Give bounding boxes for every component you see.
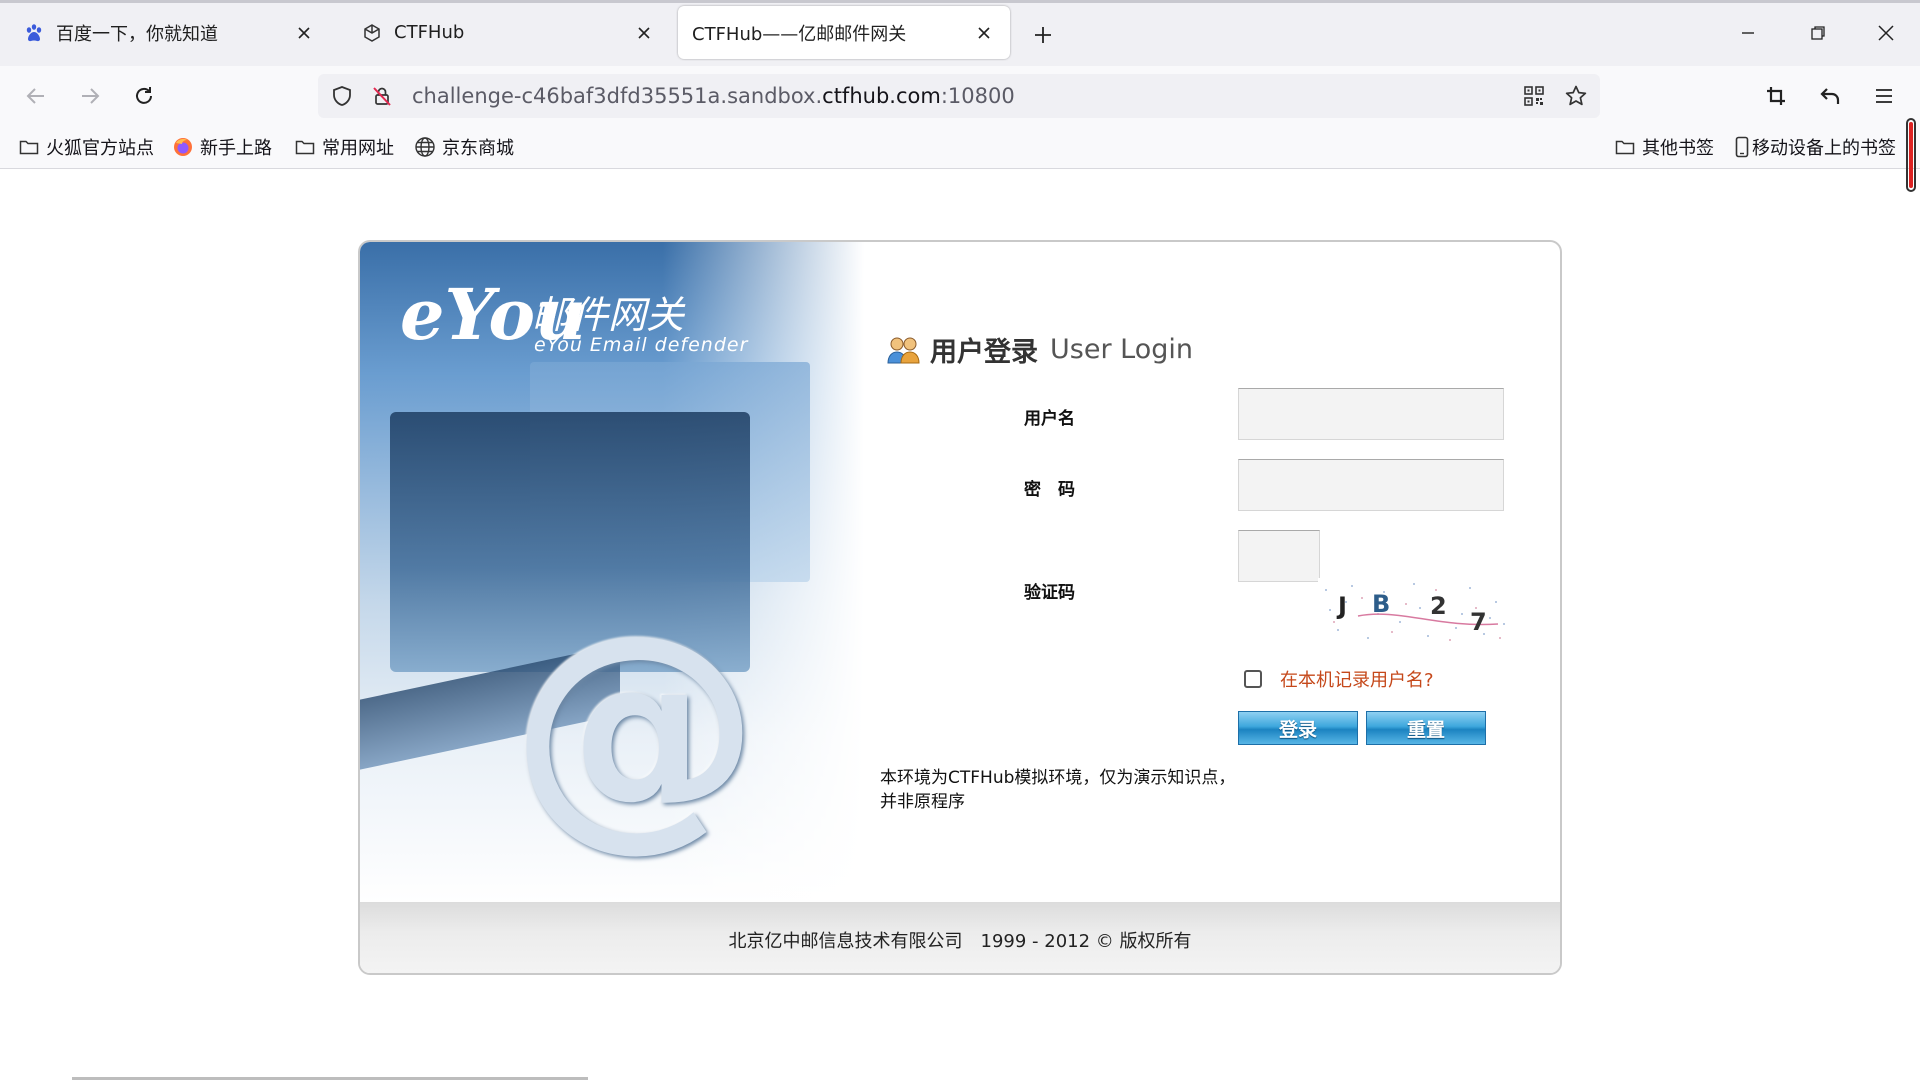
eyou-logo: eYou 邮件网关 eYou Email defender: [400, 272, 780, 357]
tab-label: 百度一下，你就知道: [56, 23, 218, 45]
tab-strip-top-line: [0, 0, 1920, 3]
captcha-char: 2: [1430, 592, 1447, 620]
captcha-char: B: [1372, 590, 1390, 618]
login-button[interactable]: 登录: [1238, 711, 1358, 745]
bookmark-label: 火狐官方站点: [46, 138, 154, 159]
tab-strip: 百度一下，你就知道 CTFHub CTFHub——亿邮邮件网关: [0, 0, 1920, 66]
eyou-logo-cn: 邮件网关: [532, 293, 685, 337]
tab-ctfhub[interactable]: CTFHub: [348, 6, 670, 59]
remember-label[interactable]: 在本机记录用户名?: [1280, 666, 1434, 692]
address-bar[interactable]: challenge-c46baf3dfd35551a.sandbox.ctfhu…: [318, 74, 1600, 118]
tab-baidu[interactable]: 百度一下，你就知道: [10, 6, 330, 59]
users-icon: [887, 337, 920, 363]
scrollbar-thumb[interactable]: [1909, 122, 1913, 188]
mobile-device-icon: [1734, 136, 1750, 158]
captcha-input[interactable]: [1238, 530, 1320, 582]
url-text[interactable]: challenge-c46baf3dfd35551a.sandbox.ctfhu…: [412, 84, 1015, 108]
bookmark-folder-other[interactable]: 其他书签: [1614, 134, 1714, 160]
menu-icon[interactable]: [1866, 78, 1902, 114]
folder-icon: [294, 136, 316, 158]
password-input[interactable]: [1238, 459, 1504, 511]
minimize-button[interactable]: [1726, 12, 1770, 54]
bookmark-star-icon[interactable]: [1564, 84, 1588, 108]
reload-button[interactable]: [126, 78, 162, 114]
insecure-lock-icon[interactable]: [370, 84, 394, 108]
username-input[interactable]: [1238, 388, 1504, 440]
folder-icon: [1614, 136, 1636, 158]
remember-username[interactable]: 在本机记录用户名?: [1244, 666, 1434, 692]
login-heading: 用户登录 User Login: [886, 330, 1193, 369]
bookmark-jd[interactable]: 京东商城: [414, 134, 514, 160]
bookmarks-bar: 火狐官方站点 新手上路 常用网址 京东商城 其他书签 移动设备上的书签: [0, 126, 1920, 169]
navigation-bar: challenge-c46baf3dfd35551a.sandbox.ctfhu…: [0, 66, 1920, 126]
vertical-scrollbar[interactable]: [1906, 118, 1916, 192]
tab-eyou-gateway[interactable]: CTFHub——亿邮邮件网关: [678, 6, 1010, 59]
new-tab-button[interactable]: [1026, 18, 1060, 52]
close-icon[interactable]: [292, 21, 316, 45]
close-window-button[interactable]: [1864, 12, 1908, 54]
copyright-text: 北京亿中邮信息技术有限公司 1999 - 2012 © 版权所有: [728, 930, 1192, 952]
back-button[interactable]: [18, 78, 54, 114]
eyou-banner-art: @ eYou 邮件网关 eYou Email defender: [360, 242, 864, 902]
at-sign-graphic: @: [510, 581, 760, 872]
firefox-logo-icon: [172, 136, 194, 158]
bookmark-folder-mobile[interactable]: 移动设备上的书签: [1734, 134, 1896, 160]
password-label: 密 码: [1024, 480, 1075, 500]
bookmark-getting-started[interactable]: 新手上路: [172, 134, 272, 160]
remember-checkbox[interactable]: [1244, 670, 1262, 688]
bookmark-label: 常用网址: [322, 138, 394, 159]
qr-code-icon[interactable]: [1522, 84, 1546, 108]
captcha-char: 7: [1470, 608, 1487, 636]
url-port: :10800: [940, 84, 1015, 108]
eyou-logo-en: eYou Email defender: [534, 334, 749, 356]
folder-icon: [18, 136, 40, 158]
url-host: ctfhub.com: [822, 84, 941, 108]
globe-icon: [414, 136, 436, 158]
captcha-char: J: [1336, 592, 1347, 620]
shield-icon[interactable]: [330, 84, 354, 108]
forward-button[interactable]: [72, 78, 108, 114]
bookmark-label: 其他书签: [1642, 138, 1714, 159]
login-heading-en: User Login: [1050, 334, 1193, 365]
ctfhub-cube-icon: [362, 23, 382, 43]
username-label: 用户名: [1024, 409, 1075, 429]
bookmark-label: 京东商城: [442, 138, 514, 159]
baidu-paw-icon: [24, 23, 44, 43]
screenshot-crop-icon[interactable]: [1758, 78, 1794, 114]
login-panel: @ eYou 邮件网关 eYou Email defender 用户登录 Use…: [358, 240, 1562, 975]
close-icon[interactable]: [632, 21, 656, 45]
bookmark-folder-firefox[interactable]: 火狐官方站点: [18, 134, 154, 160]
environment-note: 本环境为CTFHub模拟环境，仅为演示知识点，并非原程序: [880, 768, 1236, 812]
tab-label: CTFHub: [394, 22, 465, 43]
reset-button[interactable]: 重置: [1366, 711, 1486, 745]
restore-button[interactable]: [1796, 12, 1840, 54]
close-icon[interactable]: [972, 21, 996, 45]
tab-label: CTFHub——亿邮邮件网关: [692, 23, 907, 45]
url-prefix: challenge-c46baf3dfd35551a.sandbox.: [412, 84, 823, 108]
captcha-label: 验证码: [1024, 583, 1075, 603]
copyright-footer: 北京亿中邮信息技术有限公司 1999 - 2012 © 版权所有: [360, 902, 1560, 973]
undo-icon[interactable]: [1812, 78, 1848, 114]
bookmark-folder-common[interactable]: 常用网址: [294, 134, 394, 160]
captcha-image[interactable]: J B 2 7: [1318, 578, 1508, 644]
login-heading-cn: 用户登录: [930, 337, 1038, 368]
bookmark-label: 新手上路: [200, 138, 272, 159]
bookmark-label: 移动设备上的书签: [1752, 138, 1896, 159]
